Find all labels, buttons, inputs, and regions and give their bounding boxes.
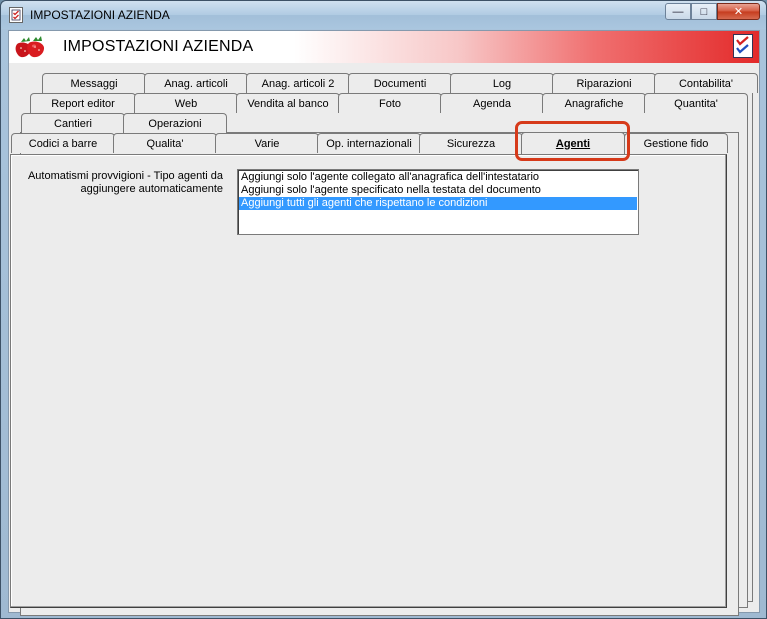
tab-riparazioni[interactable]: Riparazioni (552, 73, 656, 93)
tab-agenti[interactable]: Agenti (521, 132, 625, 154)
tab-anag-articoli[interactable]: Anag. articoli (144, 73, 248, 93)
tab-foto[interactable]: Foto (338, 93, 442, 113)
strawberry-icon (13, 34, 53, 63)
tab-log[interactable]: Log (450, 73, 554, 93)
tab-gestione-fido[interactable]: Gestione fido (624, 133, 728, 153)
app-icon[interactable] (9, 7, 23, 23)
tab-messaggi[interactable]: Messaggi (42, 73, 146, 93)
tab-anagrafiche[interactable]: Anagrafiche (542, 93, 646, 113)
list-item-selected[interactable]: Aggiungi tutti gli agenti che rispettano… (239, 197, 637, 210)
tab-op-internazionali[interactable]: Op. internazionali (317, 133, 421, 153)
tab-codici-a-barre[interactable]: Codici a barre (11, 133, 115, 153)
tab-cantieri[interactable]: Cantieri (21, 113, 125, 133)
tipo-agenti-listbox[interactable]: Aggiungi solo l'agente collegato all'ana… (237, 169, 639, 235)
list-item[interactable]: Aggiungi solo l'agente collegato all'ana… (239, 171, 637, 184)
minimize-button[interactable]: — (665, 3, 691, 20)
window-title: IMPOSTAZIONI AZIENDA (30, 8, 170, 22)
title-bar[interactable]: IMPOSTAZIONI AZIENDA — □ ✕ (1, 1, 766, 29)
field-label-tipo-agenti: Automatismi provvigioni - Tipo agenti da… (19, 170, 223, 196)
tab-agenda[interactable]: Agenda (440, 93, 544, 113)
header-title: IMPOSTAZIONI AZIENDA (63, 38, 254, 55)
checklist-icon[interactable] (733, 34, 753, 58)
field-label-line-2: aggiungere automaticamente (80, 183, 223, 195)
tab-contabilita[interactable]: Contabilita' (654, 73, 758, 93)
header-banner: IMPOSTAZIONI AZIENDA (9, 31, 759, 63)
window-controls: — □ ✕ (665, 3, 760, 21)
tab-vendita-al-banco[interactable]: Vendita al banco (236, 93, 340, 113)
tab-report-editor[interactable]: Report editor (30, 93, 136, 113)
tab-anag-articoli-2[interactable]: Anag. articoli 2 (246, 73, 350, 93)
tab-varie[interactable]: Varie (215, 133, 319, 153)
tab-operazioni[interactable]: Operazioni (123, 113, 227, 133)
field-label-line-1: Automatismi provvigioni - Tipo agenti da (27, 170, 223, 182)
tab-web[interactable]: Web (134, 93, 238, 113)
tab-quantita[interactable]: Quantita' (644, 93, 748, 113)
tab-sicurezza[interactable]: Sicurezza (419, 133, 523, 153)
list-item[interactable]: Aggiungi solo l'agente specificato nella… (239, 184, 637, 197)
close-button[interactable]: ✕ (717, 3, 760, 20)
app-window: IMPOSTAZIONI AZIENDA — □ ✕ IMPOSTAZIONI … (0, 0, 767, 619)
tab-documenti[interactable]: Documenti (348, 73, 452, 93)
tab-qualita[interactable]: Qualita' (113, 133, 217, 153)
maximize-button[interactable]: □ (691, 3, 717, 20)
